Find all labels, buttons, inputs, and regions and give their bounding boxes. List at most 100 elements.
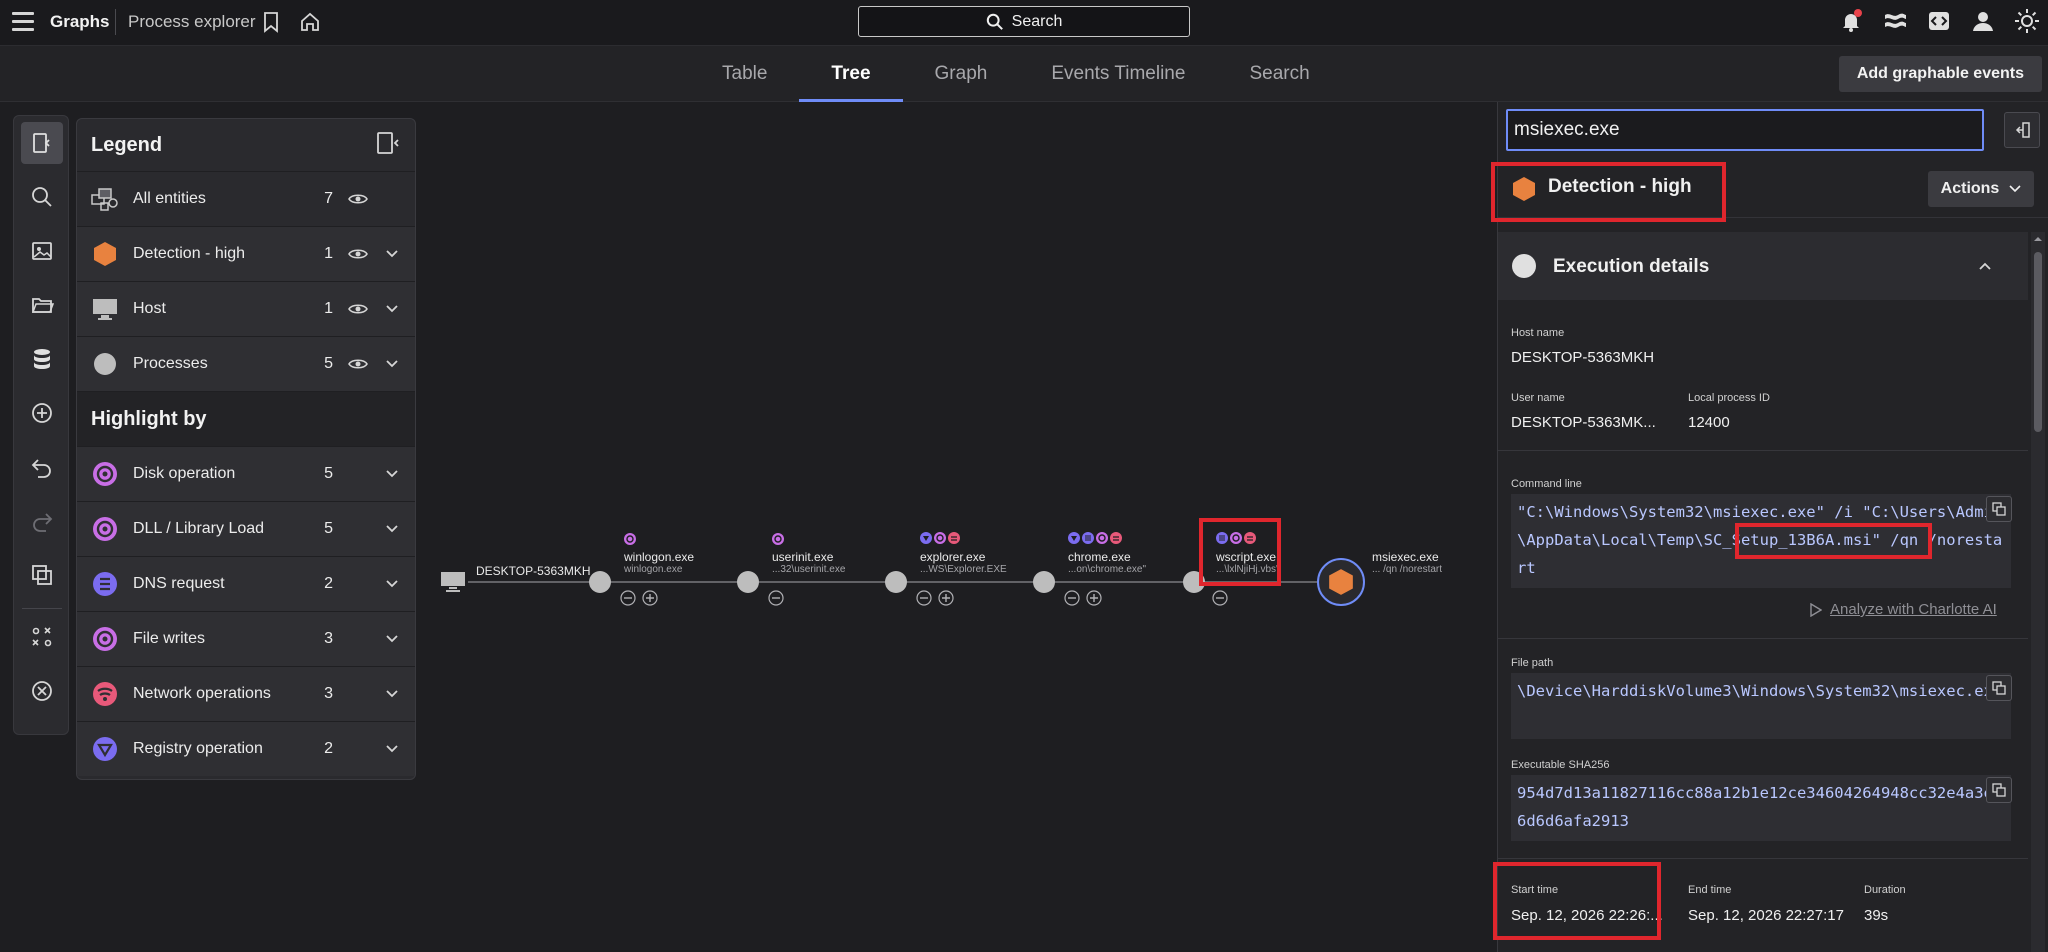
chevron-down-icon[interactable] [383,630,401,648]
clear-close-icon[interactable] [21,670,63,712]
chevron-down-icon[interactable] [383,465,401,483]
process-node-winlogon[interactable] [589,571,611,593]
title-divider [115,9,116,35]
search-icon[interactable] [21,176,63,218]
view-tab-bar: Table Tree Graph Events Timeline Search … [0,46,2048,102]
copy-icon[interactable] [1986,496,2012,522]
highlight-item-dll-library-load[interactable]: DLL / Library Load 5 [77,501,415,556]
sha256-value: 954d7d13a11827116cc88a12b1e12ce346042649… [1511,775,2011,841]
tab-tree[interactable]: Tree [799,46,903,102]
legend-item-host[interactable]: Host 1 [77,281,415,336]
open-folder-icon[interactable] [21,284,63,326]
chevron-down-icon[interactable] [383,740,401,758]
execution-details-section-header[interactable]: Execution details [1498,232,2028,300]
copy-icon[interactable] [1986,675,2012,701]
pid-label: Local process ID [1688,392,1770,404]
process-node-msiexec-selected[interactable] [1317,558,1365,606]
visibility-eye-icon[interactable] [347,243,369,265]
collapse-minus-icon[interactable] [1064,590,1080,606]
process-node-explorer[interactable] [885,571,907,593]
process-node-userinit[interactable] [737,571,759,593]
visibility-eye-icon[interactable] [347,298,369,320]
expand-plus-icon[interactable] [938,590,954,606]
add-circle-icon[interactable] [21,392,63,434]
copy-icon[interactable] [1986,777,2012,803]
user-account-icon[interactable] [1968,6,1998,36]
developer-tools-icon[interactable] [1924,6,1954,36]
chevron-down-icon[interactable] [383,575,401,593]
highlight-item-disk-operation[interactable]: Disk operation 5 [77,446,415,501]
collapse-minus-icon[interactable] [768,590,784,606]
detail-scrollbar[interactable] [2031,232,2045,952]
highlight-item-dns-request[interactable]: DNS request 2 [77,556,415,611]
image-export-icon[interactable] [21,230,63,272]
scroll-up-arrow-icon[interactable] [2031,233,2045,245]
chevron-down-icon[interactable] [383,300,401,318]
menu-icon[interactable] [12,12,34,32]
highlight-box-wscript [1199,518,1281,586]
highlight-item-count: 2 [324,740,333,757]
pattern-grid-icon[interactable] [21,616,63,658]
chevron-up-icon[interactable] [1978,258,1992,276]
highlight-item-registry-operation[interactable]: Registry operation 2 [77,721,415,776]
highlight-item-label: DNS request [133,575,225,592]
collapse-panel-icon[interactable] [375,131,401,160]
chevron-down-icon[interactable] [383,245,401,263]
host-node[interactable] [440,571,466,598]
search-label: Search [1011,12,1063,30]
section-divider [1498,858,2028,859]
copy-layers-icon[interactable] [21,554,63,596]
global-search[interactable]: Search [858,6,1190,37]
legend-item-processes[interactable]: Processes 5 [77,336,415,391]
collapse-minus-icon[interactable] [916,590,932,606]
chevron-down-icon[interactable] [383,520,401,538]
redo-icon[interactable] [21,500,63,542]
process-node-chrome[interactable] [1033,571,1055,593]
tab-graph[interactable]: Graph [903,46,1020,102]
scrollbar-thumb[interactable] [2034,252,2042,432]
chevron-down-icon[interactable] [383,685,401,703]
chevron-down-icon[interactable] [383,355,401,373]
actions-label: Actions [1940,180,2000,197]
home-icon[interactable] [298,10,322,34]
collapse-detail-panel-icon[interactable] [2004,112,2040,148]
add-graphable-events-button[interactable]: Add graphable events [1838,56,2042,92]
legend-item-label: Host [133,300,166,317]
process-path: ...WS\Explorer.EXE [920,564,1007,575]
top-bar: Graphs Process explorer Search [0,0,2048,46]
actions-dropdown-button[interactable]: Actions [1928,171,2034,207]
bookmark-icon[interactable] [259,10,283,34]
expand-plus-icon[interactable] [1086,590,1102,606]
notifications-bell-icon[interactable] [1836,6,1866,36]
detail-panel: msiexec.exe Detection - high Actions Exe… [1491,102,2048,952]
tab-events-timeline[interactable]: Events Timeline [1019,46,1217,102]
visibility-eye-icon[interactable] [347,353,369,375]
process-name: userinit.exe [772,550,834,564]
file-path-label: File path [1511,657,1554,669]
disk-operation-icon [772,532,784,550]
legend-item-all-entities[interactable]: All entities 7 [77,171,415,226]
page-name: Process explorer [128,12,256,31]
theme-toggle-sun-icon[interactable] [2012,6,2042,36]
section-title: Execution details [1553,256,1710,277]
host-monitor-icon [91,295,119,323]
legend-item-detection-high[interactable]: Detection - high 1 [77,226,415,281]
visibility-eye-icon[interactable] [347,188,369,210]
expand-plus-icon[interactable] [642,590,658,606]
toggle-legend-panel-icon[interactable] [21,122,63,164]
tab-search[interactable]: Search [1217,46,1341,102]
database-icon[interactable] [21,338,63,380]
undo-icon[interactable] [21,446,63,488]
news-feed-icon[interactable] [1880,6,1910,36]
collapse-minus-icon[interactable] [620,590,636,606]
app-title[interactable]: Graphs [50,12,110,32]
highlight-item-label: Registry operation [133,740,263,757]
highlight-item-file-writes[interactable]: File writes 3 [77,611,415,666]
highlight-item-network-operations[interactable]: Network operations 3 [77,666,415,721]
tab-table[interactable]: Table [690,46,799,102]
collapse-minus-icon[interactable] [1212,590,1228,606]
analyze-label: Analyze with Charlotte AI [1830,601,1997,618]
analyze-with-charlotte-link[interactable]: Analyze with Charlotte AI [1810,601,1997,618]
process-name: winlogon.exe [624,550,695,564]
detail-search-input[interactable]: msiexec.exe [1506,109,1984,151]
